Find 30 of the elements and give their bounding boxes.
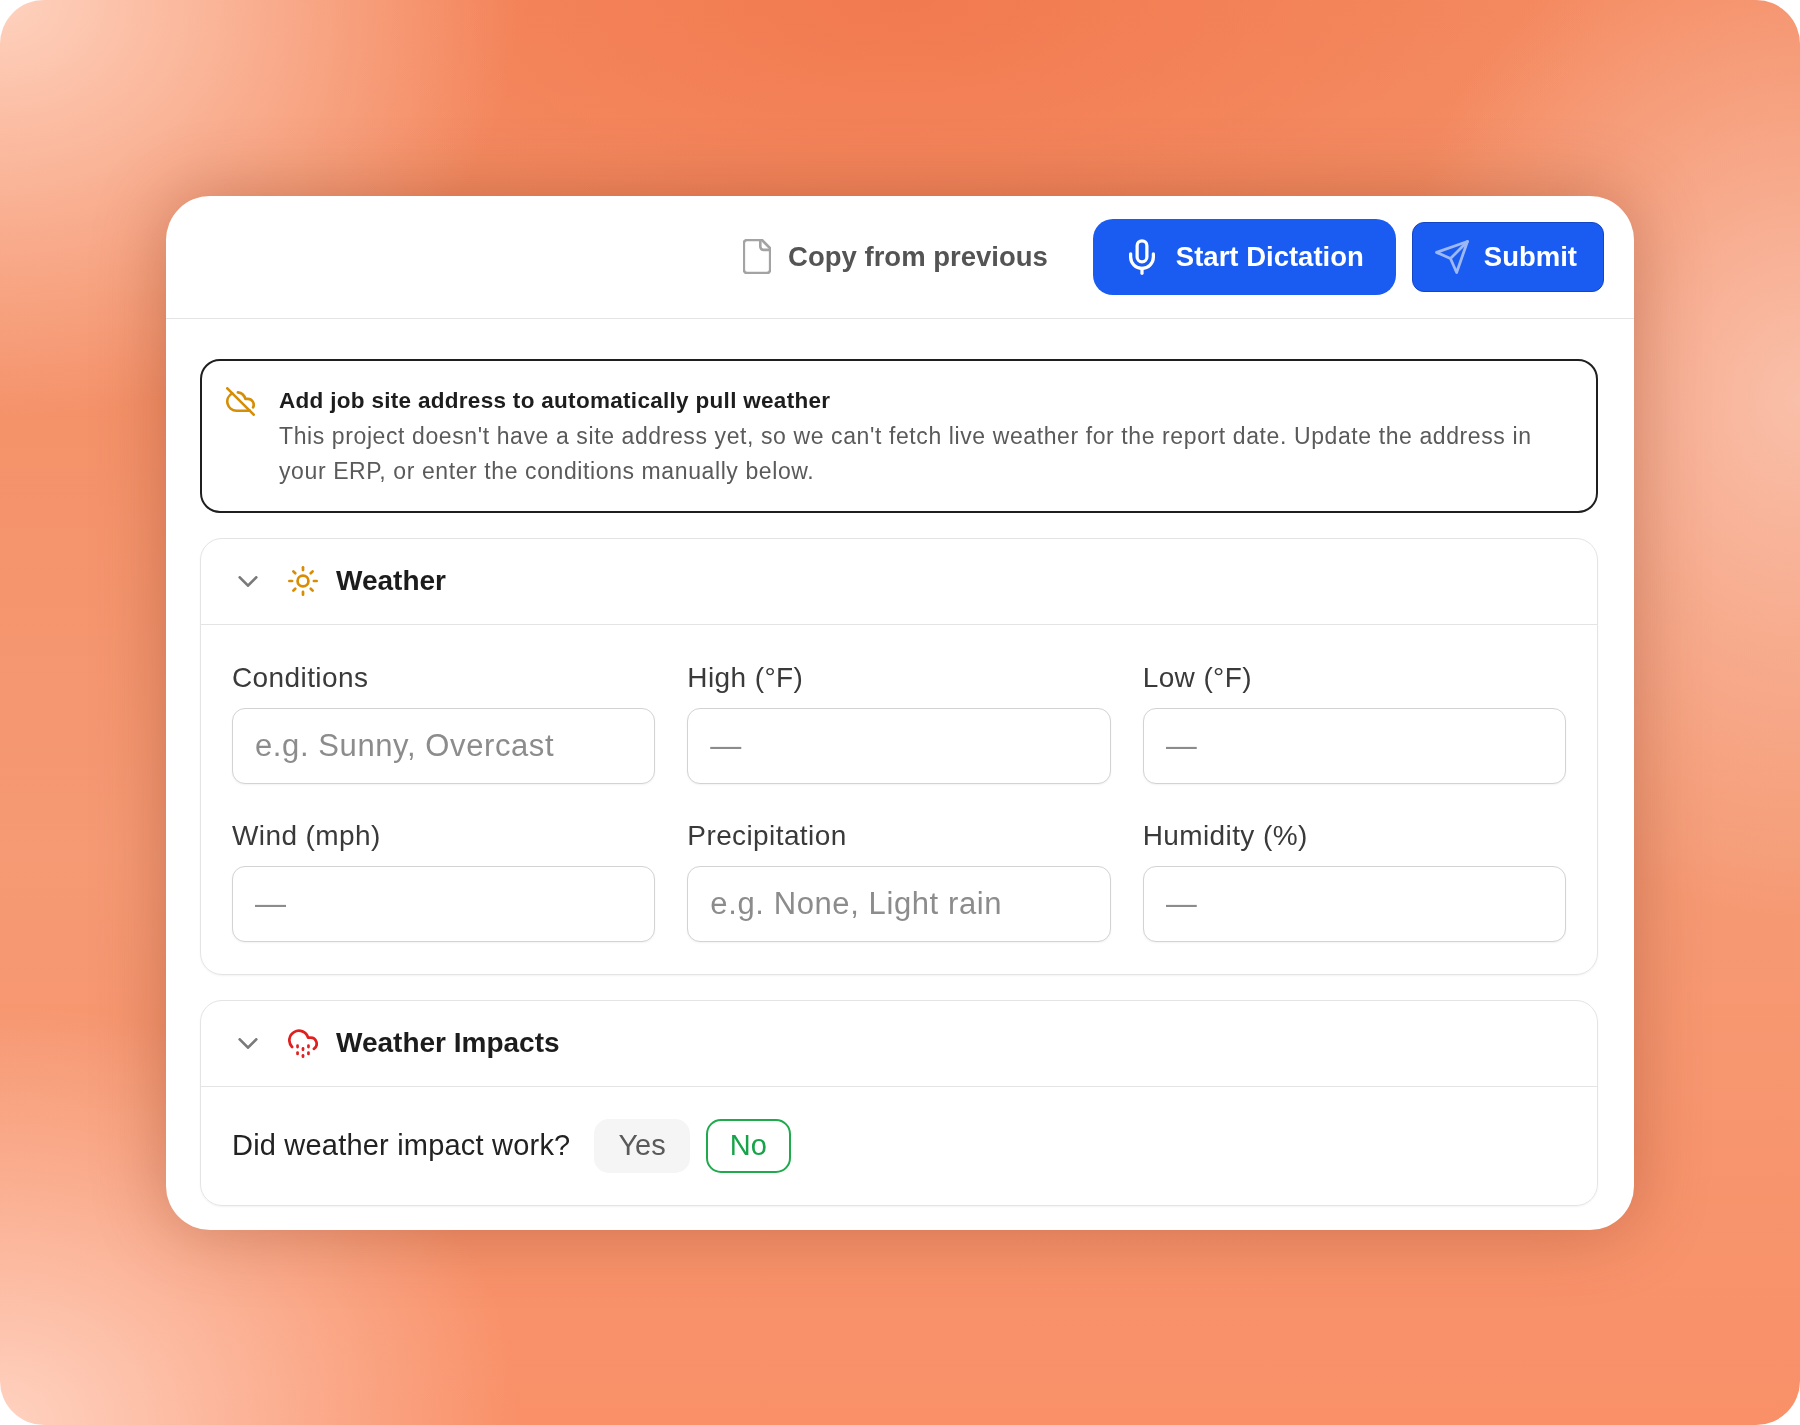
field-label: Low (°F) <box>1142 661 1253 694</box>
option-button[interactable]: No <box>705 1118 791 1173</box>
field-label: Wind (mph) <box>232 819 382 852</box>
copy-link[interactable]: Copy from previous <box>743 239 1048 274</box>
sun-icon <box>288 566 318 596</box>
notice-title: Add job site address to automatically pull weather <box>279 386 832 415</box>
section-title: Weather Impacts <box>336 1027 560 1059</box>
action-button[interactable]: Submit <box>1411 221 1604 292</box>
chevron-down-icon[interactable] <box>238 1037 258 1049</box>
question-label: Did weather impact work? <box>232 1129 571 1162</box>
cloud-off-icon <box>226 386 255 416</box>
field-label: High (°F) <box>687 661 805 694</box>
section-title: Weather <box>336 565 446 597</box>
input-field[interactable]: — <box>1142 707 1566 784</box>
chevron-down-icon[interactable] <box>238 575 258 587</box>
input-field[interactable]: e.g. None, Light rain <box>687 865 1111 942</box>
field-label: Conditions <box>232 661 370 694</box>
input-field[interactable]: — <box>687 707 1111 784</box>
send-icon <box>1434 239 1469 274</box>
input-field[interactable]: — <box>1142 865 1566 942</box>
notice-message: This project doesn't have a site address yet, so we can't fetch live weather for the report date. Update the address in your ERP, or enter the conditions manually below. <box>279 421 1533 486</box>
action-button[interactable]: Start Dictation <box>1092 218 1396 295</box>
field-label: Humidity (%) <box>1142 819 1309 852</box>
field-label: Precipitation <box>687 819 848 852</box>
input-field[interactable]: — <box>232 865 656 942</box>
option-button[interactable]: Yes <box>594 1118 690 1173</box>
microphone-icon <box>1128 238 1155 275</box>
rain-cloud-icon <box>288 1028 318 1058</box>
document-icon <box>743 239 772 274</box>
input-field[interactable]: e.g. Sunny, Overcast <box>232 707 656 784</box>
